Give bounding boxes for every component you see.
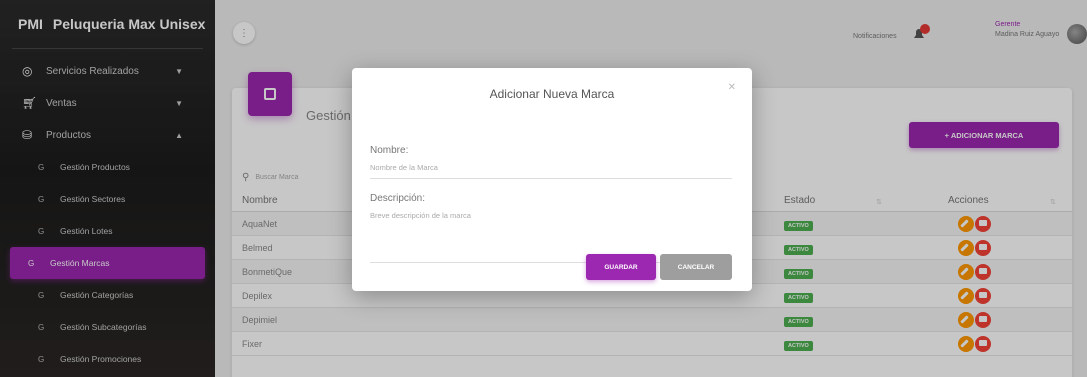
name-label: Nombre: — [370, 145, 409, 156]
cancel-button[interactable]: CANCELAR — [660, 254, 732, 280]
description-label: Descripción: — [370, 193, 426, 204]
add-brand-modal: Adicionar Nueva Marca ✕ Nombre: Nombre d… — [352, 68, 752, 291]
modal-title: Adicionar Nueva Marca — [489, 87, 615, 101]
name-field[interactable]: Nombre de la Marca — [370, 163, 732, 179]
close-icon[interactable]: ✕ — [728, 82, 736, 93]
save-button[interactable]: GUARDAR — [586, 254, 656, 280]
